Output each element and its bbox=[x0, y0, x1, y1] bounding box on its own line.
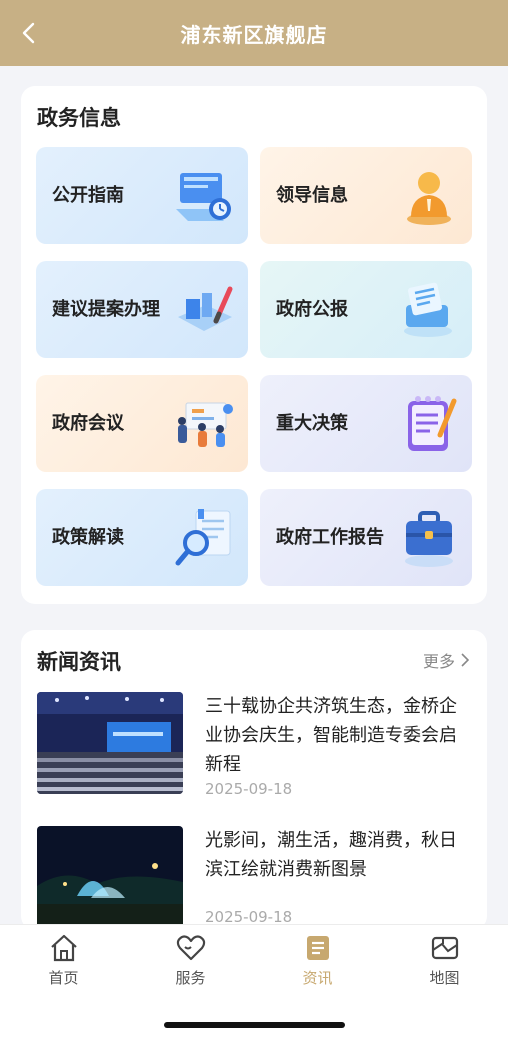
conference-photo bbox=[37, 692, 183, 794]
heart-icon bbox=[176, 935, 205, 961]
tile-label: 领导信息 bbox=[276, 185, 348, 206]
tile-policy-interpretation[interactable]: 政策解读 bbox=[36, 489, 248, 586]
night-scene-photo bbox=[37, 826, 183, 928]
proposal-icon bbox=[178, 286, 233, 331]
tile-leader-info[interactable]: 领导信息 bbox=[260, 147, 472, 244]
tile-label: 公开指南 bbox=[52, 185, 124, 206]
tile-label: 政府工作报告 bbox=[276, 527, 384, 548]
news-headline: 光影间，潮生活，趣消费，秋日滨江绘就消费新图景 bbox=[205, 830, 457, 880]
tile-major-decision[interactable]: 重大决策 bbox=[260, 375, 472, 472]
back-button[interactable] bbox=[14, 19, 42, 47]
leader-icon bbox=[407, 172, 451, 225]
news-item[interactable]: 三十载协企共济筑生态，金桥企业协会庆生，智能制造专委会启新程 2025-09-1… bbox=[37, 692, 471, 802]
tile-gov-meeting[interactable]: 政府会议 bbox=[36, 375, 248, 472]
tab-label: 地图 bbox=[429, 969, 460, 987]
nav-bar: 浦东新区旗舰店 bbox=[0, 0, 508, 66]
more-label: 更多 bbox=[422, 652, 455, 671]
tab-home[interactable]: 首页 bbox=[0, 933, 127, 993]
tile-work-report[interactable]: 政府工作报告 bbox=[260, 489, 472, 586]
tab-label: 服务 bbox=[175, 969, 206, 987]
news-icon bbox=[306, 936, 329, 960]
home-icon bbox=[50, 934, 77, 962]
tab-service[interactable]: 服务 bbox=[127, 933, 254, 993]
bulletin-icon bbox=[404, 282, 452, 337]
magnifier-icon bbox=[175, 509, 231, 566]
tile-label: 重大决策 bbox=[276, 413, 348, 434]
tab-news[interactable]: 资讯 bbox=[254, 933, 381, 993]
news-card: 新闻资讯 更多 三十载协企共济筑生态，金桥企业协会庆生，智能制造专委会启新程 2… bbox=[21, 630, 487, 930]
tile-public-guide[interactable]: 公开指南 bbox=[36, 147, 248, 244]
tile-gov-bulletin[interactable]: 政府公报 bbox=[260, 261, 472, 358]
news-item[interactable]: 光影间，潮生活，趣消费，秋日滨江绘就消费新图景 2025-09-18 bbox=[37, 826, 471, 930]
tab-label: 资讯 bbox=[302, 969, 333, 987]
tile-label: 政策解读 bbox=[52, 527, 124, 548]
tab-label: 首页 bbox=[48, 969, 79, 987]
tab-map[interactable]: 地图 bbox=[381, 933, 508, 993]
briefcase-icon bbox=[405, 511, 453, 567]
news-headline: 三十载协企共济筑生态，金桥企业协会庆生，智能制造专委会启新程 bbox=[205, 696, 457, 775]
tab-bar: 首页 服务 资讯 地图 bbox=[0, 924, 508, 1039]
decision-icon bbox=[408, 396, 457, 451]
tile-proposal[interactable]: 建议提案办理 bbox=[36, 261, 248, 358]
gov-info-card: 政务信息 公开指南 领导信息 建议提案办理 政府公报 政府会议 重大决策 政策解… bbox=[21, 86, 487, 604]
news-date: 2025-09-18 bbox=[205, 780, 293, 798]
more-link[interactable]: 更多 bbox=[423, 648, 469, 672]
page-title: 浦东新区旗舰店 bbox=[180, 22, 328, 47]
tile-label: 政府会议 bbox=[52, 413, 124, 434]
chevron-right-icon bbox=[461, 653, 469, 667]
guide-icon bbox=[176, 173, 231, 221]
home-indicator bbox=[164, 1022, 345, 1028]
map-icon bbox=[431, 936, 458, 960]
news-title: 新闻资讯 bbox=[37, 650, 121, 674]
tile-label: 建议提案办理 bbox=[52, 299, 160, 320]
chevron-left-icon bbox=[22, 22, 35, 44]
news-thumbnail bbox=[37, 692, 183, 794]
news-thumbnail bbox=[37, 826, 183, 928]
tile-label: 政府公报 bbox=[276, 299, 348, 320]
gov-info-title: 政务信息 bbox=[37, 106, 121, 130]
meeting-icon bbox=[178, 402, 233, 447]
